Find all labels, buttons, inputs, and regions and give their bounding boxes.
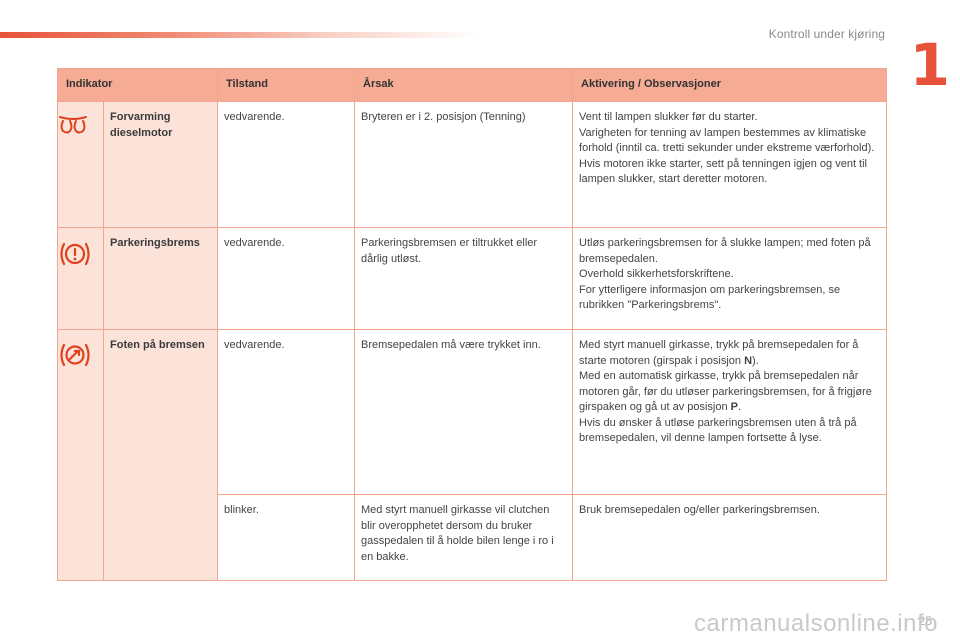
table-row: Parkeringsbrems vedvarende. Parkeringsbr…	[57, 227, 888, 330]
action-cell: Med styrt manuell girkasse, trykk på bre…	[572, 329, 888, 495]
indicator-icon-cell	[57, 329, 104, 581]
cause-cell: Bryteren er i 2. posisjon (Tenning)	[354, 101, 574, 228]
header-state: Tilstand	[217, 68, 356, 102]
action-cell: Utløs parkeringsbremsen for å slukke lam…	[572, 227, 888, 330]
cause-cell: Parkeringsbremsen er tiltrukket eller då…	[354, 227, 574, 330]
indicator-name: Parkeringsbrems	[102, 227, 219, 330]
indicator-icon-cell	[57, 101, 104, 228]
cause-cell: Bremsepedalen må være trykket inn.	[354, 329, 574, 495]
cause-cell: Med styrt manuell girkasse vil clutchen …	[354, 494, 574, 581]
glow-plug-icon	[58, 116, 88, 137]
header-accent-stripe	[0, 32, 480, 38]
state-cell: blinker.	[217, 494, 356, 581]
foot-on-brake-icon	[58, 343, 92, 371]
state-cell: vedvarende.	[217, 329, 356, 495]
action-text: Med styrt manuell girkasse, trykk på bre…	[579, 339, 859, 367]
table-row: Forvarming dieselmotor vedvarende. Bryte…	[57, 101, 888, 228]
gear-position-n: N	[744, 354, 753, 367]
header-indicator: Indikator	[56, 68, 219, 102]
indicator-table: Indikator Tilstand Årsak Aktivering / Ob…	[56, 68, 888, 581]
header-action: Aktivering / Observasjoner	[572, 68, 888, 102]
table-row: Foten på bremsen vedvarende. Bremsepedal…	[57, 329, 888, 581]
parking-brake-icon	[58, 242, 92, 271]
action-cell: Vent til lampen slukker før du starter. …	[572, 101, 888, 228]
chapter-number: 1	[909, 31, 950, 99]
indicator-name: Foten på bremsen	[102, 329, 219, 581]
header-cause: Årsak	[354, 68, 574, 102]
watermark: carmanualsonline.info	[694, 610, 938, 637]
indicator-name: Forvarming dieselmotor	[102, 101, 219, 228]
section-title: Kontroll under kjøring	[768, 27, 885, 41]
state-cell: vedvarende.	[217, 227, 356, 330]
indicator-icon-cell	[57, 227, 104, 330]
table-header-row: Indikator Tilstand Årsak Aktivering / Ob…	[56, 68, 888, 102]
state-cell: vedvarende.	[217, 101, 356, 228]
gear-position-p: P	[730, 401, 739, 413]
action-cell: Bruk bremsepedalen og/eller parkeringsbr…	[572, 494, 888, 581]
